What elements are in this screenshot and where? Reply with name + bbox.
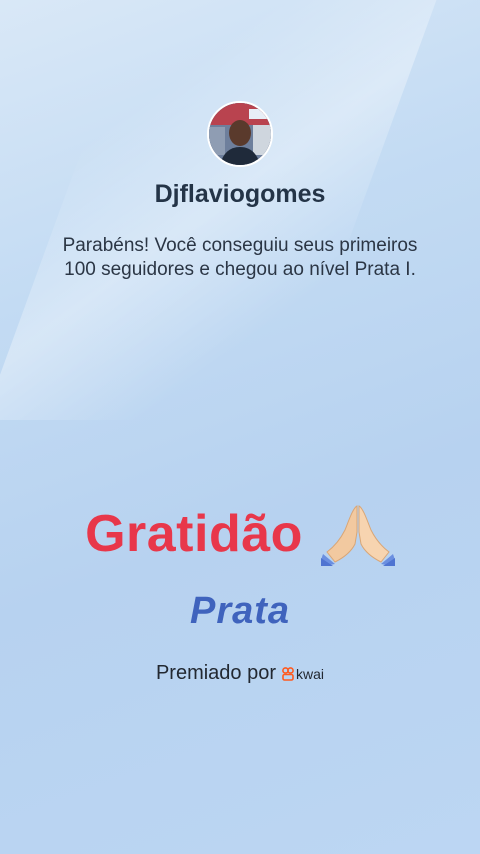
achievement-message: Parabéns! Você conseguiu seus primeiros … xyxy=(62,235,418,280)
headline-row: Gratidão xyxy=(0,502,480,566)
kwai-logo-icon xyxy=(282,666,294,681)
avatar xyxy=(207,101,273,167)
award-row: Premiado por kwai xyxy=(0,662,480,685)
kwai-brand-text: kwai xyxy=(296,665,325,682)
kwai-logo: kwai xyxy=(282,666,324,682)
headline-text: Gratidão xyxy=(85,505,303,563)
folded-hands-icon xyxy=(320,505,395,566)
level-name: Prata xyxy=(189,590,291,632)
username: Djflaviogomes xyxy=(154,180,326,208)
background-light-streak xyxy=(0,0,437,420)
awarded-by-label: Premiado por xyxy=(155,662,277,684)
avatar-image xyxy=(209,103,271,165)
